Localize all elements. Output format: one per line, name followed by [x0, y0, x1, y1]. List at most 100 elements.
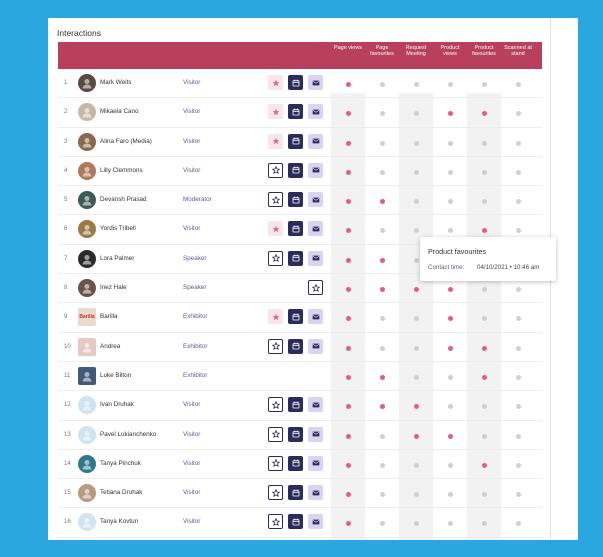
attendee-name[interactable]: Barilla: [100, 313, 118, 320]
mail-icon[interactable]: [308, 455, 323, 471]
table-row[interactable]: 3 Alina Faro (Media) Visitor: [58, 128, 542, 157]
attendee-name[interactable]: Alina Faro (Media): [100, 138, 152, 145]
interaction-dot-active[interactable]: [379, 404, 385, 410]
interaction-dot-inactive[interactable]: [379, 82, 385, 87]
interaction-dot-inactive[interactable]: [481, 404, 487, 410]
interaction-dot-inactive[interactable]: [413, 462, 419, 468]
interaction-dot-inactive[interactable]: [515, 462, 521, 468]
interaction-dot-inactive[interactable]: [379, 433, 385, 439]
interaction-dot-inactive[interactable]: [481, 140, 487, 146]
interaction-dot-inactive[interactable]: [515, 82, 521, 87]
interaction-dot-inactive[interactable]: [481, 287, 487, 293]
interaction-dot-active[interactable]: [345, 345, 351, 351]
mail-icon[interactable]: [308, 104, 323, 120]
table-row[interactable]: 5 Devansh Prasad Moderator: [58, 186, 542, 216]
star-icon[interactable]: [268, 221, 283, 237]
calendar-icon[interactable]: [288, 338, 303, 354]
mail-icon[interactable]: [308, 309, 323, 325]
star-icon[interactable]: [268, 426, 283, 442]
mail-icon[interactable]: [308, 192, 323, 208]
interaction-dot-inactive[interactable]: [481, 316, 487, 322]
calendar-icon[interactable]: [288, 133, 303, 149]
star-icon[interactable]: [268, 338, 283, 354]
table-row[interactable]: 16 Tanya Kovtun Visitor: [58, 508, 542, 538]
interaction-dot-inactive[interactable]: [413, 82, 419, 87]
interaction-dot-inactive[interactable]: [379, 169, 385, 175]
interaction-dot-inactive[interactable]: [379, 316, 385, 322]
interaction-dot-active[interactable]: [447, 111, 453, 117]
interaction-dot-inactive[interactable]: [481, 433, 487, 439]
attendee-name[interactable]: Tanya Pinchuk: [100, 460, 141, 467]
interaction-dot-inactive[interactable]: [379, 111, 385, 117]
interaction-dot-active[interactable]: [345, 404, 351, 410]
interaction-dot-inactive[interactable]: [515, 199, 521, 205]
attendee-name[interactable]: Ivan Druhak: [100, 401, 134, 408]
mail-icon[interactable]: [308, 162, 323, 178]
star-icon[interactable]: [268, 455, 283, 471]
interaction-dot-inactive[interactable]: [413, 345, 419, 351]
mail-icon[interactable]: [308, 250, 323, 266]
mail-icon[interactable]: [308, 133, 323, 149]
interaction-dot-inactive[interactable]: [481, 521, 487, 527]
interaction-dot-active[interactable]: [379, 199, 385, 205]
interaction-dot-inactive[interactable]: [515, 111, 521, 117]
interaction-dot-active[interactable]: [345, 169, 351, 175]
interaction-dot-inactive[interactable]: [379, 521, 385, 527]
interaction-dot-inactive[interactable]: [447, 82, 453, 87]
star-icon[interactable]: [268, 485, 283, 501]
attendee-name[interactable]: Lora Palmer: [100, 255, 134, 262]
attendee-name[interactable]: Mark Weits: [100, 79, 131, 86]
interaction-dot-active[interactable]: [345, 111, 351, 117]
attendee-name[interactable]: Andrea: [100, 343, 120, 350]
star-icon[interactable]: [268, 397, 283, 413]
interaction-dot-inactive[interactable]: [447, 169, 453, 175]
interaction-dot-inactive[interactable]: [447, 521, 453, 527]
interaction-dot-inactive[interactable]: [379, 228, 385, 234]
interaction-dot-active[interactable]: [481, 111, 487, 117]
table-row[interactable]: 9 Barilla Barilla Exhibitor: [58, 303, 542, 333]
calendar-icon[interactable]: [288, 309, 303, 325]
interaction-dot-inactive[interactable]: [447, 404, 453, 410]
calendar-icon[interactable]: [288, 221, 303, 237]
star-icon[interactable]: [268, 75, 283, 90]
interaction-dot-inactive[interactable]: [515, 287, 521, 293]
table-row[interactable]: 11 Luke Bilton Exhibitor: [58, 362, 542, 392]
interaction-dot-active[interactable]: [345, 374, 351, 380]
interaction-dot-inactive[interactable]: [515, 228, 521, 234]
interaction-dot-active[interactable]: [481, 374, 487, 380]
interaction-dot-active[interactable]: [481, 345, 487, 351]
interaction-dot-active[interactable]: [447, 345, 453, 351]
interaction-dot-inactive[interactable]: [515, 374, 521, 380]
interaction-dot-inactive[interactable]: [413, 199, 419, 205]
interaction-dot-inactive[interactable]: [481, 199, 487, 205]
attendee-name[interactable]: Inez Hale: [100, 284, 127, 291]
mail-icon[interactable]: [308, 485, 323, 501]
table-row[interactable]: 12 Ivan Druhak Visitor: [58, 391, 542, 421]
interaction-dot-inactive[interactable]: [413, 111, 419, 117]
mail-icon[interactable]: [308, 397, 323, 413]
table-row[interactable]: 14 Tanya Pinchuk Visitor: [58, 450, 542, 480]
interaction-dot-active[interactable]: [447, 316, 453, 322]
interaction-dot-inactive[interactable]: [481, 82, 487, 87]
interaction-dot-inactive[interactable]: [447, 374, 453, 380]
interaction-dot-inactive[interactable]: [447, 492, 453, 498]
table-row[interactable]: 13 Pavel Lukianchenko Visitor: [58, 421, 542, 450]
interaction-dot-active[interactable]: [345, 199, 351, 205]
interaction-dot-active[interactable]: [345, 228, 351, 234]
calendar-icon[interactable]: [288, 104, 303, 120]
interaction-dot-active[interactable]: [413, 404, 419, 410]
interaction-dot-active[interactable]: [345, 257, 351, 263]
interaction-dot-inactive[interactable]: [447, 228, 453, 234]
interaction-dot-inactive[interactable]: [481, 492, 487, 498]
interaction-dot-inactive[interactable]: [379, 345, 385, 351]
calendar-icon[interactable]: [288, 162, 303, 178]
calendar-icon[interactable]: [288, 250, 303, 266]
attendee-name[interactable]: Yordis Tribell: [100, 225, 136, 232]
interaction-dot-inactive[interactable]: [413, 374, 419, 380]
attendee-name[interactable]: Mikaela Cano: [100, 108, 139, 115]
star-icon[interactable]: [268, 162, 283, 178]
interaction-dot-active[interactable]: [345, 521, 351, 527]
calendar-icon[interactable]: [288, 397, 303, 413]
interaction-dot-active[interactable]: [447, 433, 453, 439]
mail-icon[interactable]: [308, 221, 323, 237]
